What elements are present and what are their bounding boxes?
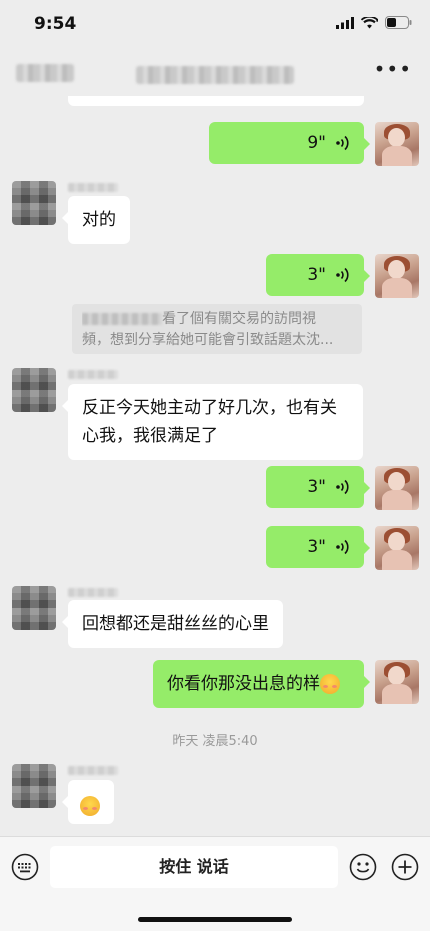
- emoji-message[interactable]: [62, 780, 114, 824]
- back-button[interactable]: [14, 60, 76, 84]
- more-options-icon[interactable]: •••: [374, 59, 412, 79]
- voice-message[interactable]: 3": [266, 466, 370, 508]
- text-message[interactable]: 反正今天她主动了好几次，也有关 心我，我很满足了: [62, 384, 363, 460]
- voice-wave-icon: [336, 135, 349, 151]
- cellular-signal-icon: [336, 16, 354, 29]
- avatar-contact[interactable]: [12, 764, 56, 808]
- voice-wave-icon: [336, 479, 349, 495]
- chat-input-bar: 按住 说话: [0, 836, 430, 931]
- voice-message[interactable]: 3": [266, 254, 370, 296]
- quoted-sender-name: [82, 313, 162, 325]
- message-list[interactable]: 9" 对的 3" 看了個有關交易的訪問視 頻，想到分享給她可能會引致話題太沈..…: [0, 96, 430, 836]
- hand-over-mouth-emoji: [320, 674, 340, 694]
- avatar-self[interactable]: [375, 254, 419, 298]
- avatar-self[interactable]: [375, 466, 419, 510]
- status-bar: 9:54: [0, 0, 430, 48]
- text-message[interactable]: 你看你那没出息的样: [153, 660, 370, 708]
- avatar-self[interactable]: [375, 122, 419, 166]
- sender-name: [68, 766, 118, 775]
- battery-icon: [385, 16, 412, 29]
- voice-duration: 9": [307, 133, 326, 153]
- quoted-message[interactable]: 看了個有關交易的訪問視 頻，想到分享給她可能會引致話題太沈...: [72, 304, 362, 354]
- text-message[interactable]: 对的: [62, 196, 130, 244]
- chat-header: •••: [0, 48, 430, 96]
- voice-duration: 3": [307, 477, 326, 497]
- sender-name: [68, 370, 118, 379]
- message-bubble-partial: [68, 96, 364, 106]
- home-indicator: [138, 917, 292, 922]
- add-icon[interactable]: [391, 853, 419, 881]
- voice-message[interactable]: 9": [209, 122, 370, 164]
- hold-to-talk-button[interactable]: 按住 说话: [50, 846, 338, 888]
- text-message[interactable]: 回想都还是甜丝丝的心里: [62, 600, 283, 648]
- emoji-icon[interactable]: [349, 853, 377, 881]
- avatar-contact[interactable]: [12, 368, 56, 412]
- voice-duration: 3": [307, 265, 326, 285]
- avatar-self[interactable]: [375, 526, 419, 570]
- blushing-face-emoji: [80, 796, 100, 816]
- sender-name: [68, 183, 118, 192]
- wifi-icon: [361, 16, 378, 28]
- avatar-contact[interactable]: [12, 586, 56, 630]
- voice-duration: 3": [307, 537, 326, 557]
- avatar-self[interactable]: [375, 660, 419, 704]
- voice-wave-icon: [336, 267, 349, 283]
- status-time: 9:54: [34, 14, 77, 34]
- voice-wave-icon: [336, 539, 349, 555]
- keyboard-icon[interactable]: [11, 853, 39, 881]
- sender-name: [68, 588, 118, 597]
- message-timestamp: 昨天 凌晨5:40: [172, 734, 258, 749]
- avatar-contact[interactable]: [12, 181, 56, 225]
- voice-message[interactable]: 3": [266, 526, 370, 568]
